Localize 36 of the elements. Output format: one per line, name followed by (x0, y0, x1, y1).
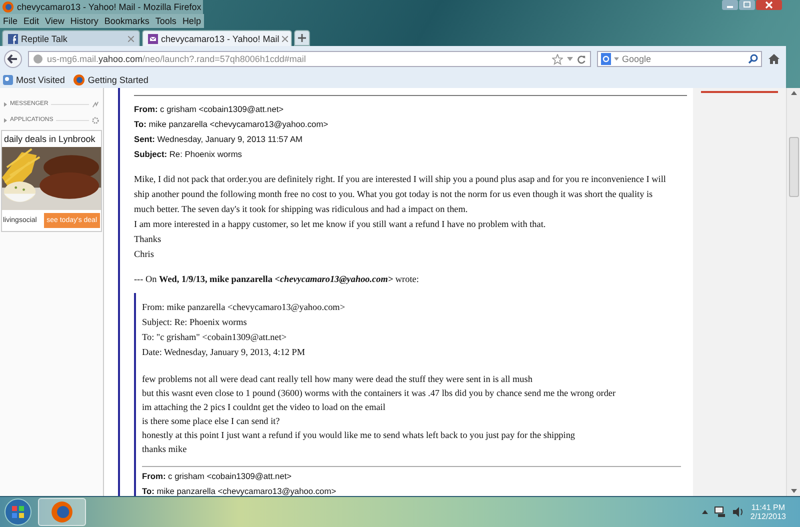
message-text: but this wasnt even close to 1 pound (3600) worms with the containers it was .47 lbs did you by chance send me the wrong order (142, 387, 617, 400)
menu-item[interactable]: History (70, 16, 98, 26)
header-line: Subject: Re: Phoenix worms (134, 148, 243, 161)
message-text: Chris (134, 248, 155, 261)
header-line: Date: Wednesday, January 9, 2013, 4:12 PM (142, 346, 306, 359)
address-bar[interactable]: us-mg6.mail.yahoo.com/neo/launch?.rand=57qh8006h1cdd#mail (28, 51, 591, 67)
menu-item[interactable]: Tools (155, 16, 176, 26)
header-line: From: mike panzarella <chevycamaro13@yahoo.com> (142, 301, 346, 314)
menu-item[interactable]: Bookmarks (104, 16, 150, 26)
message-text: Thanks (134, 233, 162, 246)
header-line: To: mike panzarella <chevycamaro13@yahoo.com> (142, 485, 338, 496)
search-bar[interactable]: Google (597, 51, 762, 67)
message-text: im attaching the 2 pics I couldnt get the video to load on the email (142, 401, 386, 414)
message-text: honestly at this point I just want a refund if you would like me to send whats left back to you just pay for the shipping (142, 429, 576, 442)
menu-item[interactable]: Help (182, 16, 201, 26)
bookmark-link[interactable]: Most Visited (3, 75, 65, 85)
menu-item[interactable]: View (45, 16, 64, 26)
message-text: I am more interested in a happy customer, so let me know if you still want a refund I have no problem with that. (134, 218, 547, 231)
message-text: Mike, I did not pack that order.you are definitely right. If you are interested I will ship you a pound plus asap and for you re inconvenience I will ship another pound the following month free no cost to you. What you got today is not the norm for us even though it was short the quality is much better. The seven day's it took for shipping was ridiculous and had a impact on them. (134, 173, 667, 216)
message-text: is there some place else I can send it? (142, 415, 281, 428)
menu-item[interactable]: File (3, 16, 18, 26)
header-line: To: "c grisham" <cobain1309@att.net> (142, 331, 288, 344)
header-line: From: c grisham <cobain1309@att.net> (134, 103, 285, 116)
menu-item[interactable]: Edit (24, 16, 40, 26)
browser-tab[interactable]: chevycamaro13 - Yahoo! Mail (142, 30, 292, 46)
browser-tab[interactable]: Reptile Talk (2, 30, 140, 46)
header-line: Sent: Wednesday, January 9, 2013 11:57 AM (134, 133, 304, 146)
ad-title: daily deals in Lynbrook (3, 133, 96, 146)
header-line: To: mike panzarella <chevycamaro13@yahoo.com> (134, 118, 330, 131)
message-text: few problems not all were dead cant really tell how many were dead the stuff they were sent in is all mush (142, 373, 534, 386)
window-title: chevycamaro13 - Yahoo! Mail - Mozilla Firefox (17, 2, 202, 12)
header-line: Subject: Re: Phoenix worms (142, 316, 248, 329)
message-text: thanks mike (142, 443, 188, 456)
header-line: From: c grisham <cobain1309@att.net> (142, 470, 293, 483)
bookmark-link[interactable]: Getting Started (72, 74, 148, 86)
quote-attribution: --- On Wed, 1/9/13, mike panzarella <chevycamaro13@yahoo.com> wrote: (134, 273, 420, 286)
